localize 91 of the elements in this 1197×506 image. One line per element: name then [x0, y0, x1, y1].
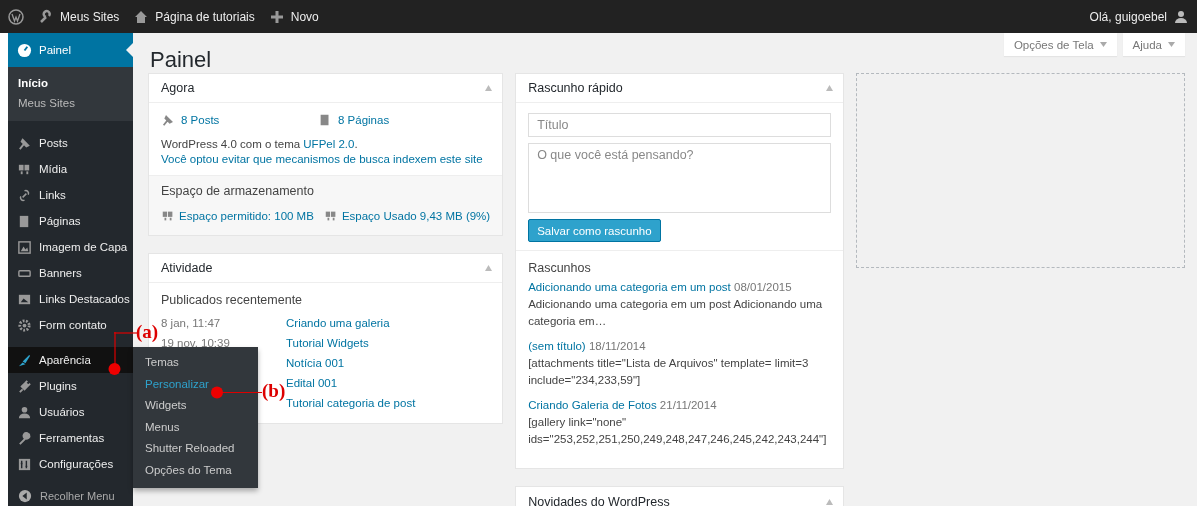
- count-link[interactable]: 8 Posts: [161, 113, 318, 127]
- post-date: 8 jan, 11:47: [161, 317, 221, 329]
- page-icon: [318, 113, 332, 127]
- page-title: Painel: [150, 47, 212, 73]
- draft-date: 18/11/2014: [588, 340, 646, 352]
- post-date: 19 nov, 10:39: [161, 337, 230, 349]
- link-icon: [17, 187, 32, 203]
- draft-excerpt: Adicionando uma categoria em um post Adicionando uma categoria em…: [528, 297, 824, 329]
- draft-link[interactable]: Criando Galeria de Fotos: [528, 399, 657, 411]
- collapse-arrow-icon[interactable]: [485, 85, 493, 91]
- key-icon: [38, 8, 54, 25]
- content-field[interactable]: O que você está pensando?: [528, 143, 832, 213]
- collapse-arrow-icon[interactable]: [485, 265, 493, 271]
- media-icon: [161, 209, 175, 223]
- submenu-item[interactable]: Início: [8, 73, 49, 93]
- sliders-icon: [17, 456, 32, 472]
- menu-item[interactable]: Painel: [8, 33, 133, 67]
- dropdown-arrow-icon: [1168, 42, 1175, 47]
- submenu-item[interactable]: Personalizar: [133, 373, 209, 395]
- plus-icon: [268, 8, 285, 25]
- collapse-arrow-icon[interactable]: [826, 499, 834, 505]
- section-heading: Publicados recentemente: [161, 293, 304, 307]
- annotation-label: (b): [262, 380, 286, 402]
- menu-item[interactable]: Ferramentas: [8, 425, 133, 451]
- submenu-item[interactable]: Menus: [133, 416, 180, 438]
- version-text: WordPress 4.0 com o tema UFPel 2.0.: [161, 138, 359, 150]
- draft-link[interactable]: Adicionando uma categoria em um post: [528, 281, 731, 293]
- user-icon: [17, 404, 32, 420]
- draft-excerpt: [gallery link="none" ids="253,252,251,250,249,248,247,246,245,242,243,244"]: [528, 415, 828, 447]
- tab-button[interactable]: Ajuda: [1122, 33, 1185, 56]
- menu-item[interactable]: Banners: [8, 260, 133, 286]
- media-icon: [323, 209, 338, 223]
- plug-icon: [17, 378, 32, 394]
- menu-item[interactable]: Form contato: [8, 312, 133, 338]
- submenu-item[interactable]: Shutter Reloaded: [133, 438, 235, 460]
- storage-heading: Espaço de armazenamento: [161, 184, 315, 198]
- title-field[interactable]: Título: [528, 113, 832, 137]
- widget-title: Novidades do WordPress: [528, 495, 670, 506]
- menu-item[interactable]: Usuários: [8, 399, 133, 425]
- leader-line: [114, 332, 137, 334]
- leader-line: [210, 386, 262, 399]
- pin-icon: [17, 135, 32, 151]
- post-link[interactable]: Tutorial categoria de post: [286, 397, 416, 409]
- house-icon: [133, 8, 150, 25]
- wordpress-logo-icon[interactable]: [8, 8, 24, 25]
- submenu-item[interactable]: Temas: [133, 352, 179, 374]
- submenu-item[interactable]: Opções do Tema: [133, 459, 232, 481]
- drafts-heading: Rascunhos: [528, 261, 592, 275]
- user-icon: [1173, 8, 1189, 25]
- submenu-item[interactable]: Meus Sites: [8, 93, 75, 113]
- draft-excerpt: [attachments title="Lista de Arquivos" template= limit=3 include="234,233,59"]: [528, 356, 810, 388]
- gauge-icon: [17, 42, 32, 58]
- gear-icon: [17, 317, 32, 333]
- menu-item[interactable]: Posts: [8, 130, 133, 156]
- toolbar-link[interactable]: Página de tutoriais: [133, 8, 255, 25]
- tab-button[interactable]: Opções de Tela: [1003, 33, 1117, 56]
- annotation-label: (a): [136, 321, 159, 343]
- search-notice-link[interactable]: Você optou evitar que mecanismos de busca indexem este site: [161, 153, 491, 165]
- draft-date: 08/01/2015: [734, 281, 792, 293]
- menu-item[interactable]: Imagem de Capa: [8, 234, 133, 260]
- storage-link[interactable]: Espaço permitido: 100 MB: [161, 209, 314, 223]
- brush-icon: [17, 352, 32, 368]
- menu-item[interactable]: Aparência: [8, 347, 133, 373]
- count-link[interactable]: 8 Páginas: [318, 113, 475, 127]
- storage-link[interactable]: Espaço Usado 9,43 MB (9%): [323, 209, 491, 223]
- toolbar-link[interactable]: Meus Sites: [38, 8, 120, 25]
- draft-date: 21/11/2014: [659, 399, 717, 411]
- collapse-arrow-icon[interactable]: [826, 85, 834, 91]
- submenu-item[interactable]: Widgets: [133, 395, 187, 417]
- post-link[interactable]: Tutorial Widgets: [286, 337, 369, 349]
- toolbar-link[interactable]: Novo: [268, 8, 319, 25]
- pin-icon: [161, 113, 175, 127]
- widget-title: Rascunho rápido: [528, 81, 623, 95]
- post-link[interactable]: Notícia 001: [286, 357, 345, 369]
- widget-title: Atividade: [161, 261, 213, 275]
- menu-item[interactable]: Links Destacados: [8, 286, 133, 312]
- menu-item[interactable]: Mídia: [8, 156, 133, 182]
- menu-item[interactable]: Páginas: [8, 208, 133, 234]
- dropdown-arrow-icon: [1099, 42, 1107, 47]
- post-link[interactable]: Edital 001: [286, 377, 338, 389]
- image-icon: [17, 239, 32, 255]
- collapse-icon: [18, 489, 32, 503]
- post-link[interactable]: Criando uma galeria: [286, 317, 390, 329]
- widget-title: Agora: [161, 81, 195, 95]
- menu-item[interactable]: Links: [8, 182, 133, 208]
- draft-link[interactable]: (sem título): [528, 340, 586, 352]
- user-greeting[interactable]: Olá, guigoebel: [1089, 8, 1189, 25]
- menu-item[interactable]: Configurações: [8, 451, 133, 477]
- menu-item[interactable]: Plugins: [8, 373, 133, 399]
- collapse-menu-button[interactable]: Recolher Menu: [8, 486, 133, 506]
- annotation-marker: [108, 332, 121, 376]
